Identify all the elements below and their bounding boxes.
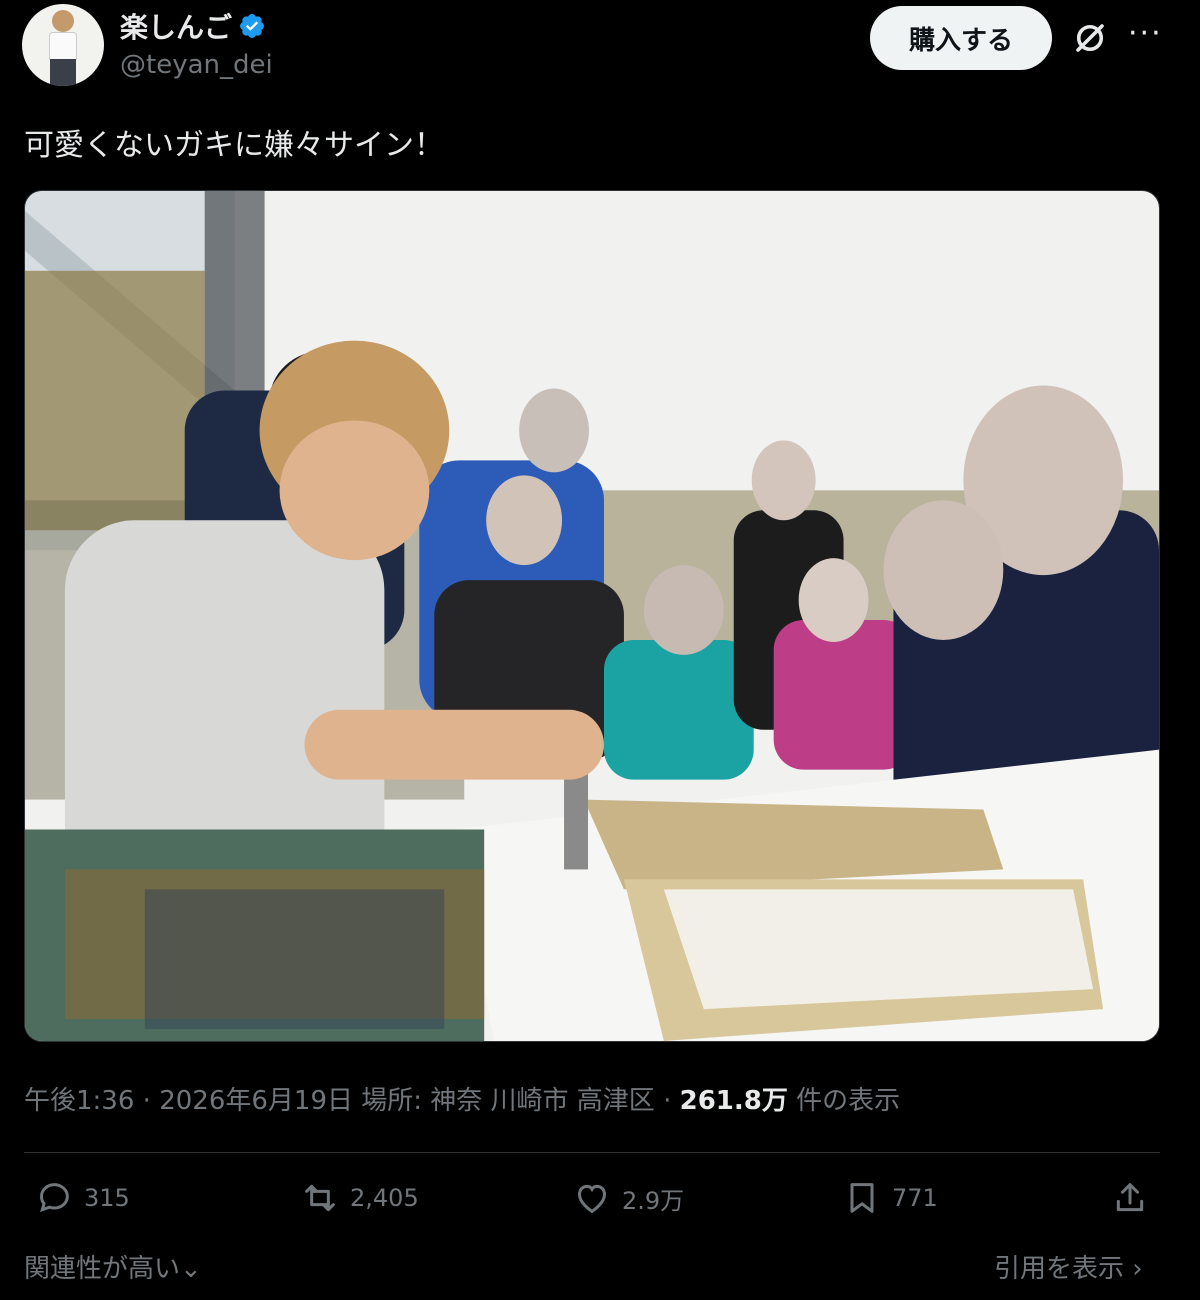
view-quotes-link[interactable]: 引用を表示 ›	[994, 1248, 1143, 1285]
post-header: 楽しんご @teyan_dei 購入する ···	[22, 2, 1182, 92]
repost-count: 2,405	[350, 1184, 419, 1212]
repost-icon	[305, 1184, 335, 1212]
chevron-down-icon: ⌄	[180, 1254, 202, 1284]
divider	[24, 1152, 1160, 1153]
post-photo[interactable]	[24, 190, 1160, 1042]
reply-button[interactable]: 315	[34, 1178, 130, 1218]
buy-button[interactable]: 購入する	[870, 6, 1052, 70]
reply-icon	[39, 1183, 69, 1213]
verified-badge-icon	[240, 14, 264, 38]
share-icon	[1116, 1183, 1144, 1212]
heart-icon	[577, 1184, 607, 1214]
chevron-right-icon: ›	[1124, 1254, 1143, 1284]
bookmark-button[interactable]: 771	[842, 1178, 938, 1218]
views-count: 261.8万	[679, 1086, 788, 1116]
post-text: 可愛くないガキに嫌々サイン！	[24, 128, 444, 163]
like-button[interactable]: 2.9万	[572, 1178, 684, 1218]
post-meta: 午後1:36 · 2026年6月19日 場所: 神奈 川崎市 高津区 · 261…	[24, 1080, 900, 1117]
author-name-text[interactable]: 楽しんご	[120, 6, 232, 46]
quotes-label: 引用を表示	[994, 1254, 1125, 1284]
repost-button[interactable]: 2,405	[300, 1178, 419, 1218]
author-handle[interactable]: @teyan_dei	[120, 50, 273, 80]
avatar[interactable]	[22, 4, 104, 86]
share-button[interactable]	[1110, 1178, 1150, 1218]
post-date[interactable]: 2026年6月19日	[159, 1086, 353, 1116]
avatar-figure-head	[52, 10, 74, 32]
sort-selector[interactable]: 関連性が高い⌄	[24, 1248, 202, 1285]
bookmark-icon	[850, 1183, 874, 1213]
reply-count: 315	[84, 1184, 130, 1212]
sort-label: 関連性が高い	[24, 1254, 181, 1284]
post-time[interactable]: 午後1:36	[24, 1086, 134, 1116]
meta-separator-1: ·	[142, 1086, 151, 1116]
location-text[interactable]: 神奈 川崎市 高津区	[430, 1086, 655, 1116]
more-options-icon[interactable]: ···	[1128, 16, 1163, 51]
grok-icon[interactable]	[1072, 20, 1108, 56]
location-label: 場所:	[361, 1086, 423, 1116]
avatar-figure-legs	[50, 59, 76, 86]
author-info: 楽しんご @teyan_dei	[120, 6, 273, 80]
author-display-name[interactable]: 楽しんご	[120, 6, 266, 46]
meta-separator-2: ·	[663, 1086, 672, 1116]
like-count: 2.9万	[622, 1186, 685, 1215]
avatar-figure-body	[49, 32, 77, 60]
views-label: 件の表示	[796, 1086, 901, 1116]
bookmark-count: 771	[892, 1184, 938, 1212]
